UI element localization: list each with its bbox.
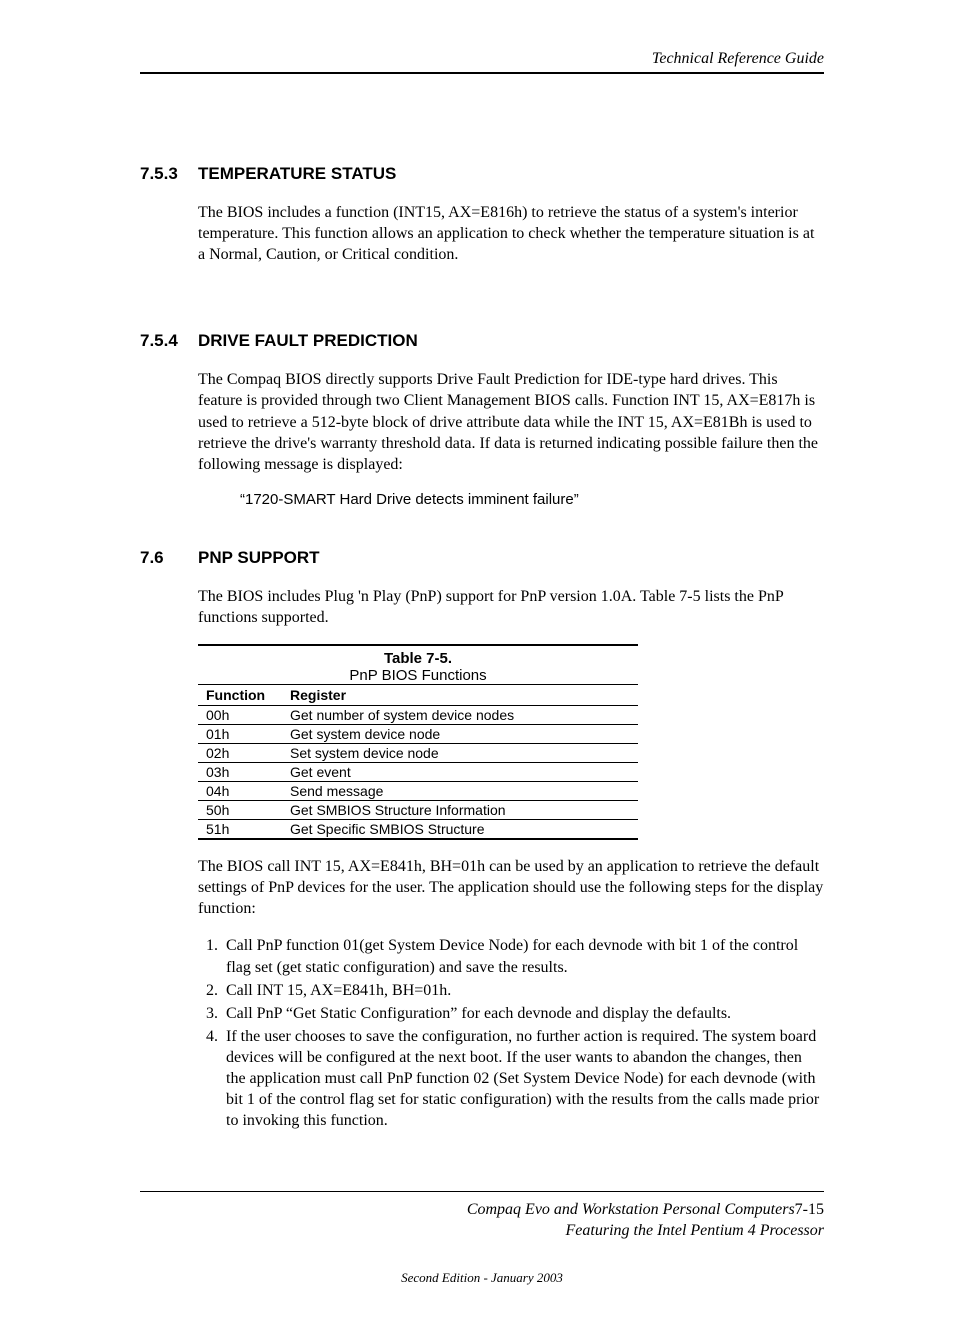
table-row: 01hGet system device node [198, 725, 638, 744]
edition-line: Second Edition - January 2003 [140, 1270, 824, 1286]
table-caption: Table 7-5. PnP BIOS Functions [198, 646, 638, 684]
table-row: 50hGet SMBIOS Structure Information [198, 801, 638, 820]
table-number: Table 7-5. [384, 650, 452, 667]
page-container: Technical Reference Guide 7.5.3 TEMPERAT… [0, 0, 954, 1326]
cell-register: Get event [282, 763, 638, 782]
list-item: Call PnP function 01(get System Device N… [222, 935, 824, 977]
table-row: 00hGet number of system device nodes [198, 706, 638, 725]
cell-register: Set system device node [282, 744, 638, 763]
paragraph: The BIOS includes a function (INT15, AX=… [198, 202, 824, 265]
section-title: PNP SUPPORT [198, 548, 320, 568]
list-item: Call PnP “Get Static Configuration” for … [222, 1003, 824, 1024]
paragraph: The Compaq BIOS directly supports Drive … [198, 369, 824, 475]
table-header-function: Function [198, 685, 282, 706]
cell-function: 04h [198, 782, 282, 801]
footer-block: Compaq Evo and Workstation Personal Comp… [140, 1200, 824, 1242]
cell-function: 01h [198, 725, 282, 744]
cell-register: Send message [282, 782, 638, 801]
running-header: Technical Reference Guide [140, 50, 824, 72]
cell-function: 50h [198, 801, 282, 820]
cell-function: 51h [198, 820, 282, 840]
section-number: 7.5.3 [140, 164, 198, 184]
cell-function: 02h [198, 744, 282, 763]
pnp-functions-table: Function Register 00hGet number of syste… [198, 684, 638, 840]
section-number: 7.6 [140, 548, 198, 568]
table-7-5: Table 7-5. PnP BIOS Functions Function R… [198, 644, 638, 840]
section-heading-76: 7.6 PNP SUPPORT [140, 548, 824, 568]
table-row: 04hSend message [198, 782, 638, 801]
section-heading-754: 7.5.4 DRIVE FAULT PREDICTION [140, 331, 824, 351]
footer-rule [140, 1191, 824, 1200]
section-title: DRIVE FAULT PREDICTION [198, 331, 418, 351]
header-rule [140, 72, 824, 74]
table-row: 03hGet event [198, 763, 638, 782]
table-title: PnP BIOS Functions [349, 667, 486, 684]
cell-register: Get number of system device nodes [282, 706, 638, 725]
list-item: If the user chooses to save the configur… [222, 1026, 824, 1132]
quoted-message: “1720-SMART Hard Drive detects imminent … [240, 491, 824, 508]
table-row: 51hGet Specific SMBIOS Structure [198, 820, 638, 840]
list-item: Call INT 15, AX=E841h, BH=01h. [222, 980, 824, 1001]
steps-list: Call PnP function 01(get System Device N… [198, 935, 824, 1131]
footer-subtitle: Featuring the Intel Pentium 4 Processor [566, 1222, 824, 1239]
paragraph: The BIOS includes Plug 'n Play (PnP) sup… [198, 586, 824, 628]
footer-product: Compaq Evo and Workstation Personal Comp… [467, 1201, 795, 1218]
paragraph: The BIOS call INT 15, AX=E841h, BH=01h c… [198, 856, 824, 919]
cell-function: 00h [198, 706, 282, 725]
page-number: 7-15 [795, 1201, 824, 1218]
section-number: 7.5.4 [140, 331, 198, 351]
cell-register: Get SMBIOS Structure Information [282, 801, 638, 820]
table-header-register: Register [282, 685, 638, 706]
table-row: 02hSet system device node [198, 744, 638, 763]
section-heading-753: 7.5.3 TEMPERATURE STATUS [140, 164, 824, 184]
section-title: TEMPERATURE STATUS [198, 164, 396, 184]
cell-function: 03h [198, 763, 282, 782]
cell-register: Get Specific SMBIOS Structure [282, 820, 638, 840]
cell-register: Get system device node [282, 725, 638, 744]
